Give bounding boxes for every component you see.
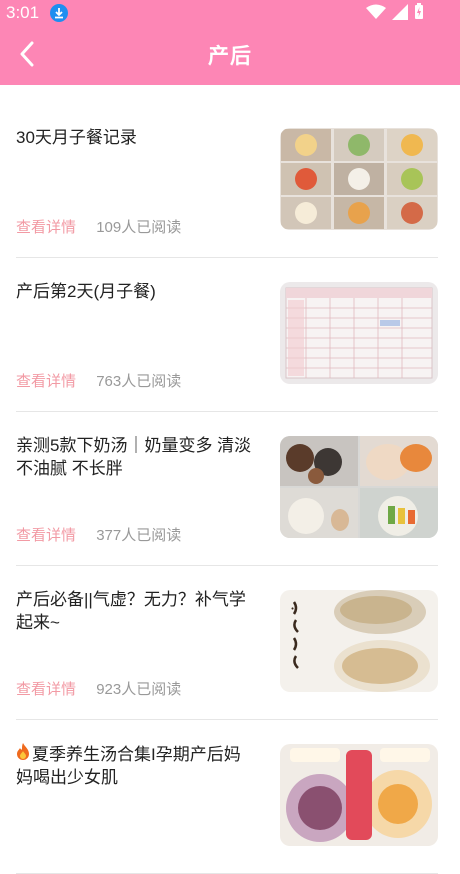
view-details-link[interactable]: 查看详情 — [16, 527, 76, 544]
article-thumbnail[interactable] — [280, 744, 438, 846]
list-item[interactable]: 产后第2天(月子餐) 查看详情 763人已阅读 — [16, 258, 438, 412]
article-title: 亲测5款下奶汤｜奶量变多 清淡不油腻 不长胖 — [16, 436, 252, 478]
read-count: 109人已阅读 — [96, 219, 182, 236]
read-count: 923人已阅读 — [96, 681, 182, 698]
article-thumbnail[interactable] — [280, 282, 438, 384]
read-count: 763人已阅读 — [96, 373, 182, 390]
read-count: 377人已阅读 — [96, 527, 182, 544]
article-title: 夏季养生汤合集I孕期产后妈妈喝出少女肌 — [16, 742, 256, 789]
list-item[interactable]: 亲测5款下奶汤｜奶量变多 清淡不油腻 不长胖 查看详情 377人已阅读 — [16, 412, 438, 566]
list-item[interactable]: 30天月子餐记录 查看详情 109人已阅读 — [16, 104, 438, 258]
view-details-link[interactable]: 查看详情 — [16, 681, 76, 698]
view-details-link[interactable]: 查看详情 — [16, 219, 76, 236]
battery-icon — [415, 3, 423, 19]
article-thumbnail[interactable] — [280, 128, 438, 230]
article-thumbnail[interactable] — [280, 436, 438, 538]
download-icon — [50, 4, 68, 22]
list-item[interactable]: 产后必备||气虚？无力？补气学起来~ 查看详情 923人已阅读 · — [16, 566, 438, 720]
view-details-link[interactable]: 查看详情 — [16, 373, 76, 390]
article-title: 产后必备||气虚？无力？补气学起来~ — [16, 590, 246, 632]
article-title-text: 夏季养生汤合集I孕期产后妈妈喝出少女肌 — [16, 745, 241, 787]
article-thumbnail[interactable]: · — [280, 590, 438, 692]
fire-icon — [16, 742, 30, 766]
signal-icon — [392, 3, 408, 20]
wifi-icon — [366, 4, 386, 19]
page-title: 产后 — [208, 45, 252, 68]
status-time: 3:01 — [6, 3, 40, 22]
app-bar: 3:01 产后 — [0, 0, 460, 85]
article-list: 30天月子餐记录 查看详情 109人已阅读 产后第2天(月子餐) 查看详情 76… — [0, 104, 460, 874]
list-item[interactable]: 夏季养生汤合集I孕期产后妈妈喝出少女肌 — [16, 720, 438, 874]
article-title: 30天月子餐记录 — [16, 128, 137, 147]
article-title: 产后第2天(月子餐) — [16, 282, 156, 301]
